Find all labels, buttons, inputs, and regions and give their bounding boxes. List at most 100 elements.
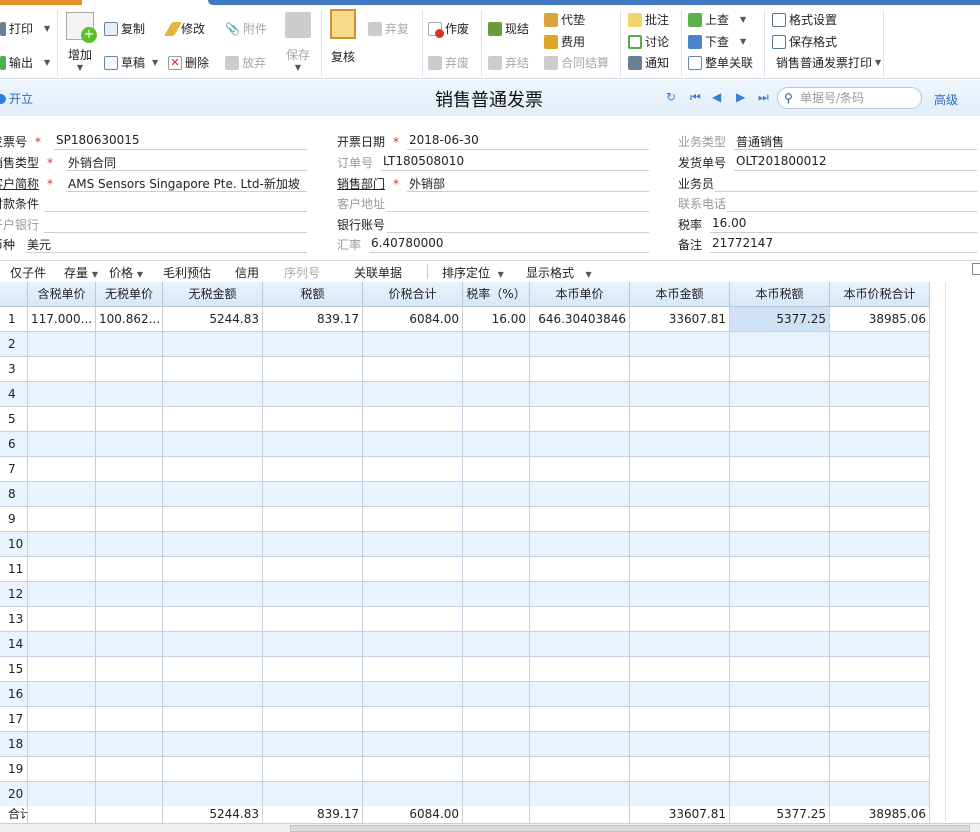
grid-cell[interactable] — [530, 532, 630, 557]
grid-cell[interactable] — [830, 457, 930, 482]
column-header[interactable] — [0, 282, 28, 307]
grid-cell[interactable] — [363, 557, 463, 582]
notify-button[interactable]: 通知 — [628, 54, 669, 71]
grid-cell[interactable] — [363, 382, 463, 407]
field-phone[interactable] — [727, 195, 977, 212]
grid-cell[interactable] — [28, 607, 96, 632]
column-header[interactable]: 本币税额 — [730, 282, 830, 307]
grid-cell[interactable] — [463, 482, 530, 507]
grid-cell[interactable] — [163, 557, 263, 582]
field-salesman[interactable] — [715, 175, 977, 192]
grid-cell[interactable] — [28, 806, 96, 823]
grid-cell[interactable] — [163, 732, 263, 757]
grid-cell[interactable] — [530, 332, 630, 357]
grid-cell[interactable] — [530, 732, 630, 757]
grid-cell[interactable] — [28, 357, 96, 382]
grid-cell[interactable] — [530, 582, 630, 607]
edit-button[interactable]: 修改 — [163, 20, 205, 37]
grid-cell[interactable] — [96, 632, 163, 657]
credit-button[interactable]: 信用 — [235, 264, 259, 281]
grid-cell[interactable]: 4 — [0, 382, 28, 407]
grid-cell[interactable] — [263, 457, 363, 482]
grid-cell[interactable]: 9 — [0, 507, 28, 532]
grid-cell[interactable] — [263, 707, 363, 732]
review-button[interactable]: 复核 — [330, 9, 356, 65]
grid-cell[interactable]: 5377.25 — [730, 307, 830, 332]
grid-cell[interactable] — [263, 607, 363, 632]
grid-cell[interactable] — [830, 582, 930, 607]
column-header[interactable]: 税额 — [263, 282, 363, 307]
grid-cell[interactable] — [363, 657, 463, 682]
grid-cell[interactable] — [363, 707, 463, 732]
grid-cell[interactable] — [28, 482, 96, 507]
add-button[interactable]: + 增加 ▼ — [66, 12, 97, 72]
grid-cell[interactable] — [96, 357, 163, 382]
grid-cell[interactable] — [463, 457, 530, 482]
grid-cell[interactable] — [28, 782, 96, 807]
grid-cell[interactable] — [28, 657, 96, 682]
grid-cell[interactable] — [363, 632, 463, 657]
grid-cell[interactable] — [463, 357, 530, 382]
attachment-button[interactable]: 📎 附件 — [225, 20, 267, 37]
grid-cell[interactable] — [96, 682, 163, 707]
grid-cell[interactable] — [630, 432, 730, 457]
grid-cell[interactable] — [530, 382, 630, 407]
grid-cell[interactable]: 7 — [0, 457, 28, 482]
field-biz-type[interactable]: 普通销售 — [734, 133, 977, 150]
grid-cell[interactable] — [463, 507, 530, 532]
first-record-icon[interactable]: ⏮ — [690, 90, 701, 105]
field-invoice-no[interactable]: SP180630015 — [54, 133, 307, 150]
delete-button[interactable]: ✕ 删除 — [168, 54, 209, 71]
grid-cell[interactable]: 5244.83 — [163, 307, 263, 332]
grid-cell[interactable] — [530, 482, 630, 507]
advance-button[interactable]: 代垫 — [544, 11, 585, 28]
grid-cell[interactable] — [530, 557, 630, 582]
grid-cell[interactable] — [163, 457, 263, 482]
grid-cell[interactable] — [96, 806, 163, 823]
grid-cell[interactable] — [263, 357, 363, 382]
grid-cell[interactable] — [463, 732, 530, 757]
grid-cell[interactable]: 20 — [0, 782, 28, 807]
annotate-button[interactable]: 批注 — [628, 11, 669, 28]
margin-estimate-button[interactable]: 毛利预估 — [163, 264, 211, 281]
save-format-button[interactable]: 保存格式 — [772, 33, 837, 50]
column-header[interactable]: 本币金额 — [630, 282, 730, 307]
grid-cell[interactable] — [96, 457, 163, 482]
grid-cell[interactable] — [630, 757, 730, 782]
grid-cell[interactable] — [96, 732, 163, 757]
grid-cell[interactable]: 38985.06 — [830, 307, 930, 332]
grid-cell[interactable]: 3 — [0, 357, 28, 382]
grid-cell[interactable] — [28, 432, 96, 457]
grid-cell[interactable] — [263, 657, 363, 682]
grid-cell[interactable] — [463, 332, 530, 357]
grid-cell[interactable] — [530, 707, 630, 732]
unvoid-button[interactable]: 弃废 — [428, 54, 469, 71]
field-dept[interactable]: 外销部 — [407, 175, 649, 192]
grid-cell[interactable] — [263, 382, 363, 407]
expand-icon[interactable] — [972, 263, 980, 275]
next-record-icon[interactable]: ▶ — [736, 90, 745, 104]
grid-cell[interactable] — [263, 557, 363, 582]
grid-cell[interactable] — [730, 357, 830, 382]
unsettle-button[interactable]: 弃结 — [488, 54, 529, 71]
grid-cell[interactable]: 11 — [0, 557, 28, 582]
field-payment-terms[interactable] — [44, 195, 307, 212]
grid-cell[interactable] — [263, 532, 363, 557]
field-tax-rate[interactable]: 16.00 — [710, 216, 977, 233]
grid-cell[interactable] — [363, 507, 463, 532]
grid-cell[interactable] — [830, 332, 930, 357]
grid-cell[interactable] — [630, 507, 730, 532]
grid-cell[interactable] — [163, 407, 263, 432]
grid-cell[interactable] — [463, 782, 530, 807]
grid-cell[interactable] — [163, 582, 263, 607]
grid-cell[interactable] — [630, 332, 730, 357]
grid-cell[interactable] — [28, 557, 96, 582]
grid-cell[interactable] — [28, 382, 96, 407]
grid-cell[interactable]: 2 — [0, 332, 28, 357]
search-input[interactable]: ⚲ 单据号/条码 — [777, 87, 922, 109]
grid-cell[interactable] — [830, 432, 930, 457]
expense-button[interactable]: 费用 — [544, 33, 585, 50]
grid-cell[interactable] — [830, 782, 930, 807]
grid-cell[interactable] — [463, 682, 530, 707]
grid-cell[interactable] — [163, 682, 263, 707]
